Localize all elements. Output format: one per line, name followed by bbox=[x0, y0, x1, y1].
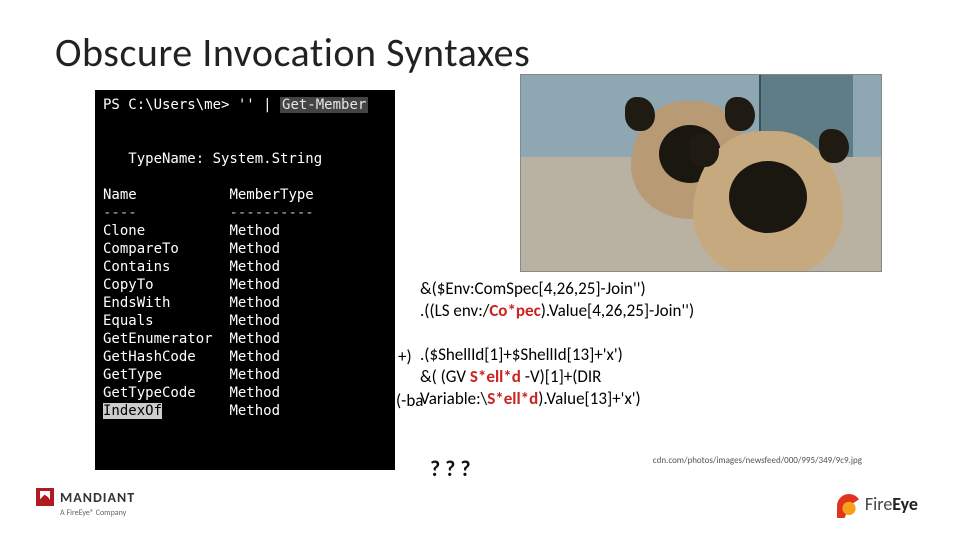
fireeye-icon bbox=[837, 494, 861, 518]
snippet-5b: ).Value[13]+'x') bbox=[538, 388, 640, 409]
ps-prompt: PS C:\Users\me> bbox=[103, 97, 238, 113]
row: Method bbox=[229, 313, 280, 329]
powershell-console: PS C:\Users\me> '' | Get-Member TypeName… bbox=[95, 90, 395, 470]
mandiant-icon bbox=[36, 488, 54, 506]
col-type: MemberType bbox=[229, 187, 313, 203]
mandiant-subtitle: A FireEye® Company bbox=[60, 508, 186, 518]
mandiant-text: MANDIANT bbox=[60, 489, 135, 506]
ps-pipe: | bbox=[255, 97, 280, 113]
row: GetType bbox=[103, 367, 162, 383]
snippet-2b: ).Value[4,26,25]-Join'') bbox=[541, 300, 694, 321]
row: GetTypeCode bbox=[103, 385, 196, 401]
question-marks: ? ? ? bbox=[430, 455, 471, 482]
row: Contains bbox=[103, 259, 170, 275]
snippet-3: .($ShellId[1]+$ShellId[13]+'x') bbox=[420, 344, 623, 365]
row: CopyTo bbox=[103, 277, 154, 293]
row: EndsWith bbox=[103, 295, 170, 311]
col-div-type: ---------- bbox=[229, 205, 313, 221]
ps-getmember: Get-Member bbox=[280, 97, 368, 113]
meme-image bbox=[520, 74, 882, 272]
occluded-text-2: (-ba bbox=[396, 390, 423, 411]
row: Method bbox=[229, 295, 280, 311]
col-name: Name bbox=[103, 187, 137, 203]
ps-input-quotes: '' bbox=[238, 97, 255, 113]
fireeye-logo: FireEye bbox=[837, 493, 918, 518]
row: Clone bbox=[103, 223, 145, 239]
ps-typename: TypeName: System.String bbox=[103, 151, 322, 167]
row: Method bbox=[229, 241, 280, 257]
fireeye-text-1: Fire bbox=[865, 493, 892, 515]
mandiant-logo: MANDIANT A FireEye® Company bbox=[36, 487, 186, 518]
row: Equals bbox=[103, 313, 154, 329]
row-selected: IndexOf bbox=[103, 403, 162, 419]
snippet-4b: -V)[1]+(DIR bbox=[521, 366, 601, 387]
slide-title: Obscure Invocation Syntaxes bbox=[55, 28, 530, 77]
snippet-1: &($Env:ComSpec[4,26,25]-Join'') bbox=[420, 278, 646, 299]
row: Method bbox=[229, 367, 280, 383]
row: Method bbox=[229, 403, 280, 419]
row: GetHashCode bbox=[103, 349, 196, 365]
snippet-2a: .((LS env:/ bbox=[420, 300, 489, 321]
snippet-4-wild: S*ell*d bbox=[470, 366, 521, 387]
row: GetEnumerator bbox=[103, 331, 213, 347]
image-credit: cdn.com/photos/images/newsfeed/000/995/3… bbox=[653, 455, 862, 466]
snippet-5a: Variable:\ bbox=[420, 388, 487, 409]
row: CompareTo bbox=[103, 241, 179, 257]
row: Method bbox=[229, 277, 280, 293]
fireeye-text-2: Eye bbox=[892, 493, 918, 515]
col-div-name: ---- bbox=[103, 205, 137, 221]
snippet-4a: &( (GV bbox=[420, 366, 470, 387]
occluded-text-1: +) bbox=[398, 346, 412, 367]
code-snippets: &($Env:ComSpec[4,26,25]-Join'') .((LS en… bbox=[420, 278, 694, 410]
row: Method bbox=[229, 349, 280, 365]
row: Method bbox=[229, 259, 280, 275]
snippet-5-wild: S*ell*d bbox=[487, 388, 538, 409]
row: Method bbox=[229, 385, 280, 401]
row: Method bbox=[229, 223, 280, 239]
row: Method bbox=[229, 331, 280, 347]
snippet-2-wild: Co*pec bbox=[489, 300, 540, 321]
